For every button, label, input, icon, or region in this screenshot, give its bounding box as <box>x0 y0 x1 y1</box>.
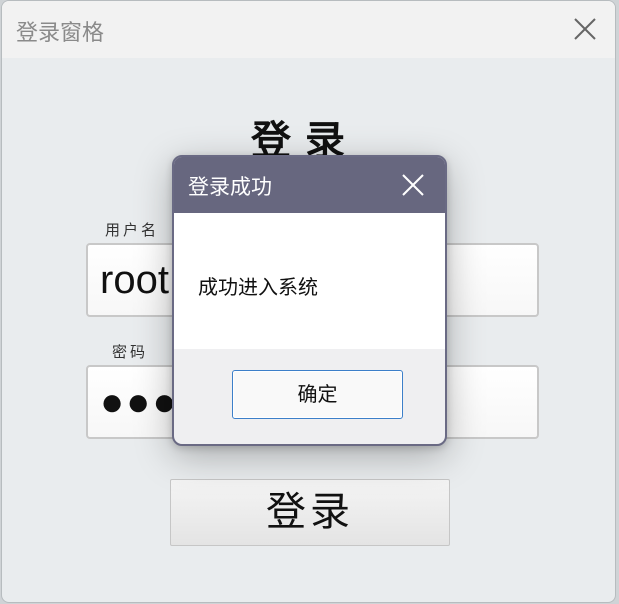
dialog-titlebar: 登录成功 <box>174 157 445 213</box>
dialog-title: 登录成功 <box>188 175 272 199</box>
login-button[interactable]: 登录 <box>170 479 450 546</box>
password-label: 密码 <box>112 343 149 361</box>
ok-button[interactable]: 确定 <box>232 370 403 419</box>
dialog-body: 成功进入系统 <box>174 213 445 349</box>
close-icon[interactable] <box>571 15 599 43</box>
window-title: 登录窗格 <box>16 21 105 46</box>
success-dialog: 登录成功 成功进入系统 确定 <box>172 155 447 446</box>
dialog-message: 成功进入系统 <box>198 275 318 299</box>
dialog-close-icon[interactable] <box>401 173 425 197</box>
window-titlebar: 登录窗格 <box>2 1 615 58</box>
username-label: 用户名 <box>105 221 160 239</box>
